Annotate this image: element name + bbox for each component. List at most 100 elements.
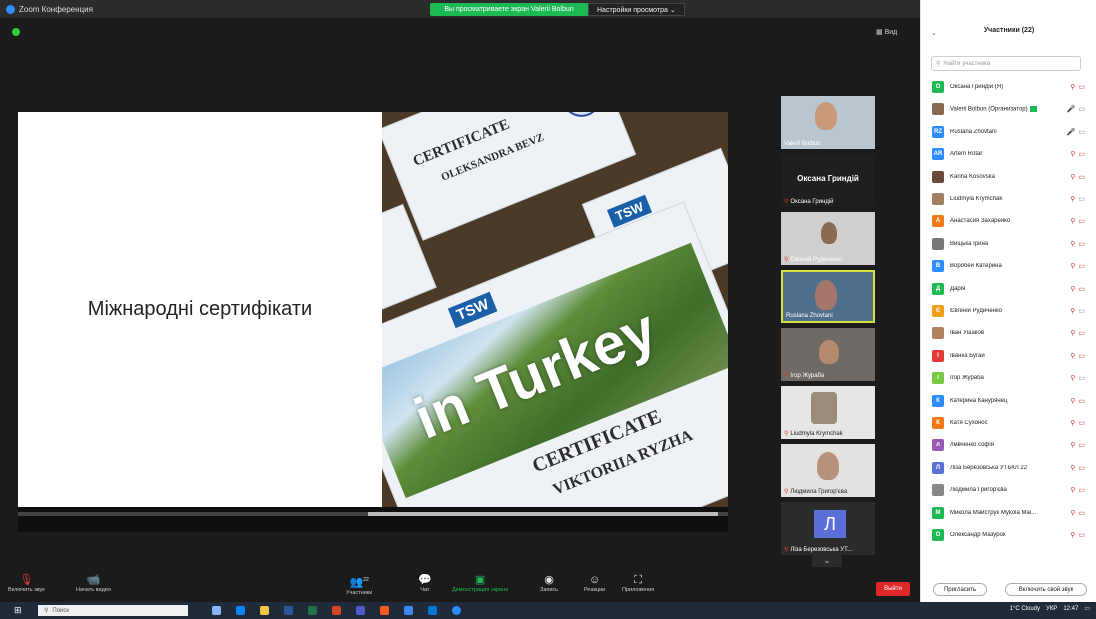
video-tile[interactable]: ⚲ Liudmyla Krymchak bbox=[781, 386, 875, 439]
participant-name: Катерина Канурянец bbox=[950, 397, 1008, 404]
participant-status: ⚲ ▭ bbox=[1061, 307, 1085, 315]
gallery-scroll-down-button[interactable]: ⌄ bbox=[812, 553, 842, 567]
video-tile[interactable]: Л ⚲ Ліза Березовська УТ... bbox=[781, 502, 875, 555]
participant-status: ⚲ ▭ bbox=[1061, 240, 1085, 248]
chrome-icon[interactable] bbox=[404, 606, 413, 615]
weather-text[interactable]: 1°C Cloudy bbox=[1010, 606, 1040, 612]
unmute-button[interactable]: 🎙 Включить звук bbox=[8, 574, 45, 593]
participant-avatar: О bbox=[932, 81, 944, 93]
participant-row[interactable]: В Воробей Катерина ⚲ ▭ bbox=[921, 255, 1096, 277]
record-button[interactable]: ◉ Запись bbox=[540, 574, 558, 593]
mic-off-icon: ⚲ bbox=[1070, 196, 1076, 203]
participant-row[interactable]: І Ігор Жураба ⚲ ▭ bbox=[921, 367, 1096, 389]
opera-icon[interactable] bbox=[380, 606, 389, 615]
view-options-button[interactable]: Настройки просмотра ⌄ bbox=[588, 3, 685, 16]
participant-name: Liudmyla Krymchak bbox=[950, 196, 1003, 202]
participant-name: Воробей Катерина bbox=[950, 263, 1002, 270]
participant-row[interactable]: М Микола Майструк Mykola Mai... ⚲ ▭ bbox=[921, 502, 1096, 524]
chat-icon: 💬 bbox=[418, 574, 432, 586]
invite-button[interactable]: Пригласить bbox=[933, 583, 987, 596]
participant-row[interactable]: Liudmyla Krymchak ⚲ ▭ bbox=[921, 188, 1096, 210]
zoom-logo-icon bbox=[6, 4, 15, 14]
participants-button[interactable]: 👥22 Участники bbox=[346, 574, 372, 596]
participant-face bbox=[815, 280, 837, 310]
camera-off-icon: ▭ bbox=[1078, 151, 1085, 159]
reactions-button[interactable]: ☺ Реакции bbox=[584, 574, 605, 593]
security-shield-icon[interactable] bbox=[12, 28, 20, 36]
participant-face bbox=[815, 102, 837, 130]
mic-off-icon: ⚲ bbox=[1070, 151, 1076, 159]
participant-face bbox=[811, 392, 837, 424]
camera-off-icon: ▭ bbox=[1078, 84, 1085, 91]
language-indicator[interactable]: УКР bbox=[1046, 606, 1057, 612]
video-tile[interactable]: Valerii Bolbun bbox=[781, 96, 875, 149]
participant-row[interactable]: Valerii Bolbun (Организатор) 🎤 ▭ bbox=[921, 98, 1096, 120]
powerpoint-icon[interactable] bbox=[332, 606, 341, 615]
panel-title: Участники (22) bbox=[983, 27, 1035, 34]
participant-row[interactable]: AR Artem Rotar ⚲ ▭ bbox=[921, 143, 1096, 165]
video-tile[interactable]: ⚲ Ігор Жураба bbox=[781, 328, 875, 381]
video-tile[interactable]: ⚲ Людмила Григор'єва bbox=[781, 444, 875, 497]
participant-row[interactable]: Іван Ушаков ⚲ ▭ bbox=[921, 322, 1096, 344]
teams-icon[interactable] bbox=[356, 606, 365, 615]
tile-name: Ruslana Zhovtani bbox=[786, 313, 833, 319]
participant-row[interactable]: І Іванка Бугай ⚲ ▭ bbox=[921, 345, 1096, 367]
participant-photo-avatar bbox=[932, 327, 944, 340]
start-video-button[interactable]: 📹 Начать видео bbox=[76, 574, 111, 593]
view-button[interactable]: ▦ Вид bbox=[876, 28, 897, 36]
mail-icon[interactable] bbox=[428, 606, 437, 615]
mic-off-icon: ⚲ bbox=[1070, 330, 1076, 338]
video-tile[interactable]: ⚲ Євгеній Рудиченко bbox=[781, 212, 875, 265]
participant-name: лмвченко софія bbox=[950, 442, 994, 449]
participant-avatar: М bbox=[932, 506, 944, 519]
mic-off-icon: ⚲ bbox=[1070, 352, 1076, 360]
excel-icon[interactable] bbox=[308, 606, 317, 615]
participant-row[interactable]: л лмвченко софія ⚲ ▭ bbox=[921, 434, 1096, 456]
camera-off-icon: ▭ bbox=[1078, 532, 1085, 539]
camera-on-icon: ▭ bbox=[1078, 196, 1085, 203]
camera-off-icon: ▭ bbox=[1078, 487, 1085, 495]
participant-row[interactable]: Людмила Григор'єва ⚲ ▭ bbox=[921, 479, 1096, 501]
video-tile[interactable]: Оксана Гриндій ⚲ Оксана Гриндій bbox=[781, 154, 875, 207]
panel-footer: Пригласить Включить свой звук bbox=[921, 580, 1096, 600]
leave-button[interactable]: Выйти bbox=[876, 582, 910, 596]
participant-name: Олександр Мазурок bbox=[950, 532, 1006, 538]
clock[interactable]: 12:47 bbox=[1063, 606, 1078, 612]
participants-panel: ⌄ Участники (22) ⚲ Найти участника О Оксан… bbox=[920, 0, 1096, 602]
participant-row[interactable]: Л Ліза Березовська УТБКЛ 22 ⚲ ▭ bbox=[921, 457, 1096, 479]
apps-button[interactable]: ⛶ Приложения bbox=[622, 574, 654, 593]
task-view-icon[interactable] bbox=[212, 606, 221, 615]
meeting-area: ▦ Вид Міжнародні сертифікати CERTIFICATE… bbox=[0, 18, 920, 578]
file-explorer-icon[interactable] bbox=[260, 606, 269, 615]
word-icon[interactable] bbox=[284, 606, 293, 615]
participant-row[interactable]: А Анастасия Захаренко ⚲ ▭ bbox=[921, 210, 1096, 232]
share-screen-button[interactable]: ▣ Демонстрация экрана bbox=[452, 574, 508, 593]
participant-row[interactable]: Д Дарія ⚲ ▭ bbox=[921, 278, 1096, 300]
zoom-taskbar-icon[interactable] bbox=[452, 606, 461, 615]
edge-icon[interactable] bbox=[236, 606, 245, 615]
horizontal-scrollbar[interactable] bbox=[18, 512, 728, 516]
camera-off-icon: ▭ bbox=[1078, 330, 1085, 338]
tile-name: ⚲ Оксана Гриндій bbox=[784, 199, 834, 205]
participant-row[interactable]: К Катя Сухонос ⚲ ▭ bbox=[921, 412, 1096, 434]
participant-photo-avatar bbox=[932, 103, 944, 116]
taskbar-search[interactable]: ⚲ Поиск bbox=[38, 605, 188, 616]
participant-avatar: О bbox=[932, 529, 944, 541]
participant-search-input[interactable]: ⚲ Найти участника bbox=[931, 56, 1081, 71]
participant-row[interactable]: О Олександр Мазурок ⚲ ▭ bbox=[921, 524, 1096, 546]
camera-off-icon: ▭ bbox=[1078, 173, 1085, 181]
participant-row[interactable]: К Катерина Канурянец ⚲ ▭ bbox=[921, 390, 1096, 412]
windows-start-icon[interactable]: ⊞ bbox=[14, 605, 24, 615]
scrollbar-thumb[interactable] bbox=[368, 512, 718, 516]
participant-status: ⚲ ▭ bbox=[1061, 352, 1085, 360]
video-tile-active[interactable]: Ruslana Zhovtani bbox=[781, 270, 875, 323]
participant-row[interactable]: Вищька Ірина ⚲ ▭ bbox=[921, 233, 1096, 255]
participant-row[interactable]: RZ Ruslana Zhovtani 🎤 ▭ bbox=[921, 121, 1096, 143]
participant-status: ⚲ ▭ bbox=[1061, 374, 1085, 382]
unmute-me-button[interactable]: Включить свой звук bbox=[1005, 583, 1087, 596]
participant-row[interactable]: Є Євгеній Рудиченко ⚲ ▭ bbox=[921, 300, 1096, 322]
participant-row[interactable]: О Оксана Гриндій (Я) ⚲ ▭ bbox=[921, 76, 1096, 98]
notifications-icon[interactable]: ▭ bbox=[1084, 605, 1090, 612]
chat-button[interactable]: 💬 Чат bbox=[418, 574, 432, 593]
participant-row[interactable]: Karina Kosovska ⚲ ▭ bbox=[921, 166, 1096, 188]
